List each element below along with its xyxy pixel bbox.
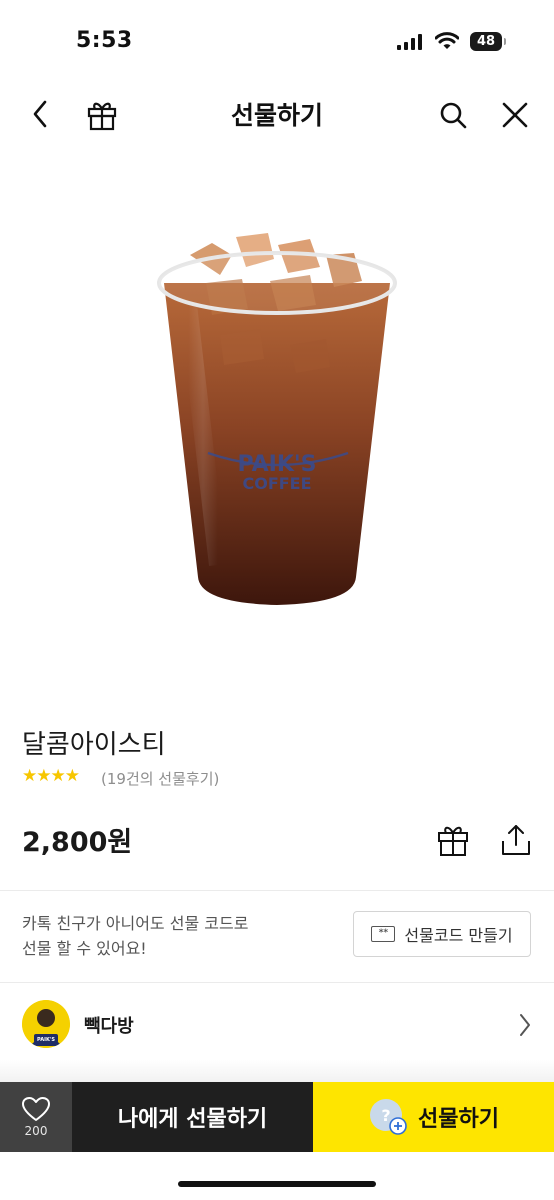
battery-level: 48 [476,34,496,49]
create-gift-code-label: 선물코드 만들기 [404,926,513,945]
brand-logo-text: PAIK'S [37,1037,55,1043]
like-count: 200 [24,1124,48,1138]
product-name: 달콤아이스티 [22,730,166,760]
product-price: 2,800원 [22,827,133,858]
close-icon [502,102,528,128]
gift-to-self-button[interactable]: 나에게 선물하기 [72,1082,313,1152]
gift-code-icon: ** [371,926,396,942]
divider [0,890,554,891]
gift-friend-glyph: ? [381,1106,390,1125]
wifi-icon [435,32,459,49]
like-button[interactable]: 200 [0,1082,72,1152]
gift-box-button[interactable] [432,820,474,860]
battery-indicator: 48 [470,32,506,51]
close-button[interactable] [496,96,534,134]
share-icon [502,825,530,855]
product-image: PAIK'S COFFEE [157,233,397,605]
rating-stars: ★★★★ [22,766,80,786]
heart-icon [22,1097,50,1121]
brand-logo: PAIK'S [22,1000,70,1048]
chevron-right-icon [520,1014,530,1036]
status-time: 5:53 [76,28,133,53]
home-indicator [178,1181,376,1187]
search-icon [440,102,467,129]
bottom-fade [0,1060,554,1082]
gift-to-self-label: 나에게 선물하기 [117,1107,268,1132]
cup-brand-subtext: COFFEE [242,474,311,493]
create-gift-code-button[interactable]: ** 선물코드 만들기 [353,911,531,957]
gift-friend-icon: ? [370,1099,407,1135]
brand-name: 빽다방 [84,1016,134,1037]
review-count-link[interactable]: (19건의 선물후기) [101,768,219,789]
send-gift-button[interactable]: ? 선물하기 [313,1082,554,1152]
search-button[interactable] [434,96,472,134]
share-button[interactable] [496,820,536,860]
send-gift-label: 선물하기 [418,1107,499,1132]
gift-box-icon [438,826,468,856]
gift-code-promo-text: 카톡 친구가 아니어도 선물 코드로 선물 할 수 있어요! [22,914,249,958]
signal-icon [397,34,422,50]
